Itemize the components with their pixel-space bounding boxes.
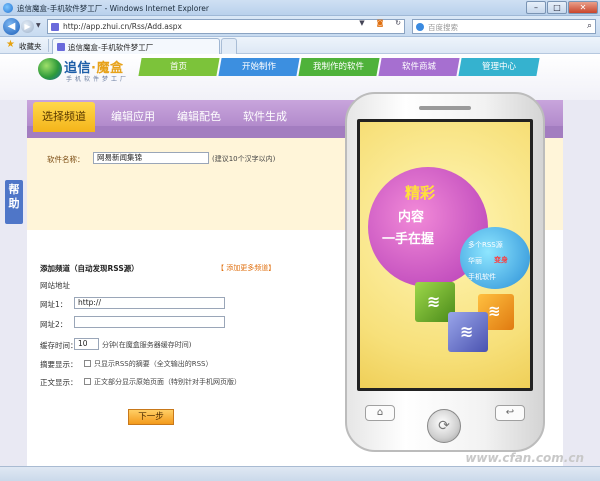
new-tab-button[interactable] xyxy=(221,38,237,54)
url1-label: 网址1： xyxy=(40,300,68,309)
favorites-divider xyxy=(48,39,49,52)
address-input[interactable]: http://app.zhui.cn/Rss/Add.aspx xyxy=(47,19,405,34)
promo-small2a: 华丽 xyxy=(468,257,482,265)
page-viewport: 追信·魔盒 手机软件梦工厂 首页 开始制作 我制作的软件 软件商城 管理中心 帮… xyxy=(0,54,600,466)
favorites-label[interactable]: 收藏夹 xyxy=(19,41,42,52)
phone-speaker xyxy=(419,106,471,110)
phone-buttons: ⌂ ↩ ⟳ xyxy=(357,399,533,447)
phone-screen-art: 精彩 内容 一手在握 多个RSS源 华丽 变身 手机软件 ≋ ≋ ≋ xyxy=(360,122,530,388)
next-step-button[interactable]: 下一步 xyxy=(128,409,174,425)
nav-start-making[interactable]: 开始制作 xyxy=(218,58,300,76)
search-input[interactable]: 百度搜索 ⌕ xyxy=(412,19,596,34)
search-provider-icon xyxy=(416,23,424,31)
refresh-icon[interactable]: ↻ xyxy=(392,19,404,27)
summary-only-option: 只显示RSS的摘要（全文输出的RSS） xyxy=(94,360,213,368)
nav-home[interactable]: 首页 xyxy=(138,58,220,76)
add-channel-title: 添加频道（自动发现RSS源） xyxy=(40,264,139,273)
back-key-icon: ↩ xyxy=(495,405,525,421)
search-icon[interactable]: ⌕ xyxy=(587,21,592,31)
ie-logo-icon xyxy=(3,3,13,13)
back-button[interactable]: ◀ xyxy=(3,18,20,35)
favorites-star-icon[interactable]: ★ xyxy=(6,39,15,51)
nav-my-software[interactable]: 我制作的软件 xyxy=(298,58,380,76)
window-titlebar: 追信魔盒-手机软件梦工厂 - Windows Internet Explorer… xyxy=(0,0,600,16)
help-tab[interactable]: 帮助 xyxy=(5,180,23,224)
step-edit-app[interactable]: 编辑应用 xyxy=(111,108,155,124)
sync-key-icon: ⟳ xyxy=(427,409,461,443)
step-select-channel[interactable]: 选择频道 xyxy=(33,102,95,132)
purple-rss-icon: ≋ xyxy=(448,312,488,352)
promo-line2: 内容 xyxy=(398,210,425,225)
home-key-icon: ⌂ xyxy=(365,405,395,421)
close-button[interactable]: ✕ xyxy=(568,1,598,14)
promo-small3: 手机软件 xyxy=(468,273,496,281)
promo-small1: 多个RSS源 xyxy=(468,241,503,249)
software-name-input[interactable]: 网易新闻集锦 xyxy=(93,152,209,164)
nav-admin-center[interactable]: 管理中心 xyxy=(458,58,540,76)
step-generate[interactable]: 软件生成 xyxy=(243,108,287,124)
rss-feed-icon[interactable]: ◙ xyxy=(374,19,386,27)
step-edit-colors[interactable]: 编辑配色 xyxy=(177,108,221,124)
url2-label: 网址2： xyxy=(40,320,68,329)
site-address-label: 网站地址 xyxy=(40,281,70,290)
promo-line3: 一手在握 xyxy=(382,232,435,247)
phone-screen: 精彩 内容 一手在握 多个RSS源 华丽 变身 手机软件 ≋ ≋ ≋ xyxy=(357,119,533,391)
url1-input[interactable]: http:// xyxy=(74,297,225,309)
logo-swirl-icon xyxy=(38,58,62,80)
window-controls: – □ ✕ xyxy=(526,1,598,14)
history-dropdown-icon[interactable]: ▼ xyxy=(36,22,41,29)
address-url: http://app.zhui.cn/Rss/Add.aspx xyxy=(63,22,182,31)
tab-favicon-icon xyxy=(57,43,65,51)
phone-illustration: 精彩 内容 一手在握 多个RSS源 华丽 变身 手机软件 ≋ ≋ ≋ ⌂ ↩ ⟳ xyxy=(345,92,545,452)
search-placeholder: 百度搜索 xyxy=(428,23,458,32)
top-nav: 首页 开始制作 我制作的软件 软件商城 管理中心 xyxy=(138,58,540,76)
minimize-button[interactable]: – xyxy=(526,1,546,14)
cache-time-hint: 分钟(在魔盒服务器缓存时间) xyxy=(102,341,192,349)
cache-time-label: 缓存时间： xyxy=(40,341,78,350)
address-dropdown-icon[interactable]: ▼ xyxy=(356,19,368,27)
summary-display-label: 摘要显示： xyxy=(40,360,78,369)
page-favicon-icon xyxy=(51,23,59,31)
site-watermark: www.cfan.com.cn xyxy=(465,451,584,465)
summary-only-checkbox[interactable] xyxy=(84,360,91,367)
url2-input[interactable] xyxy=(74,316,225,328)
original-page-checkbox[interactable] xyxy=(84,378,91,385)
original-page-option: 正文部分显示原始页面（特别针对手机网页版） xyxy=(94,378,241,386)
software-name-hint: (建议10个汉字以内) xyxy=(212,155,276,163)
browser-tab[interactable]: 追信魔盒-手机软件梦工厂 xyxy=(52,38,220,54)
add-more-channels-link[interactable]: 【 添加更多频道】 xyxy=(217,263,275,273)
logo-slogan: 手机软件梦工厂 xyxy=(66,76,130,83)
status-bar xyxy=(0,466,600,481)
promo-line1: 精彩 xyxy=(405,184,436,202)
promo-small2b: 变身 xyxy=(494,256,508,264)
body-display-label: 正文显示： xyxy=(40,378,78,387)
nav-software-store[interactable]: 软件商城 xyxy=(378,58,460,76)
tab-title: 追信魔盒-手机软件梦工厂 xyxy=(68,43,154,52)
forward-button[interactable]: ▶ xyxy=(21,20,34,33)
maximize-button[interactable]: □ xyxy=(547,1,567,14)
cache-time-input[interactable]: 10 xyxy=(74,338,99,350)
window-title: 追信魔盒-手机软件梦工厂 - Windows Internet Explorer xyxy=(17,4,209,13)
software-name-label: 软件名称： xyxy=(47,155,85,164)
